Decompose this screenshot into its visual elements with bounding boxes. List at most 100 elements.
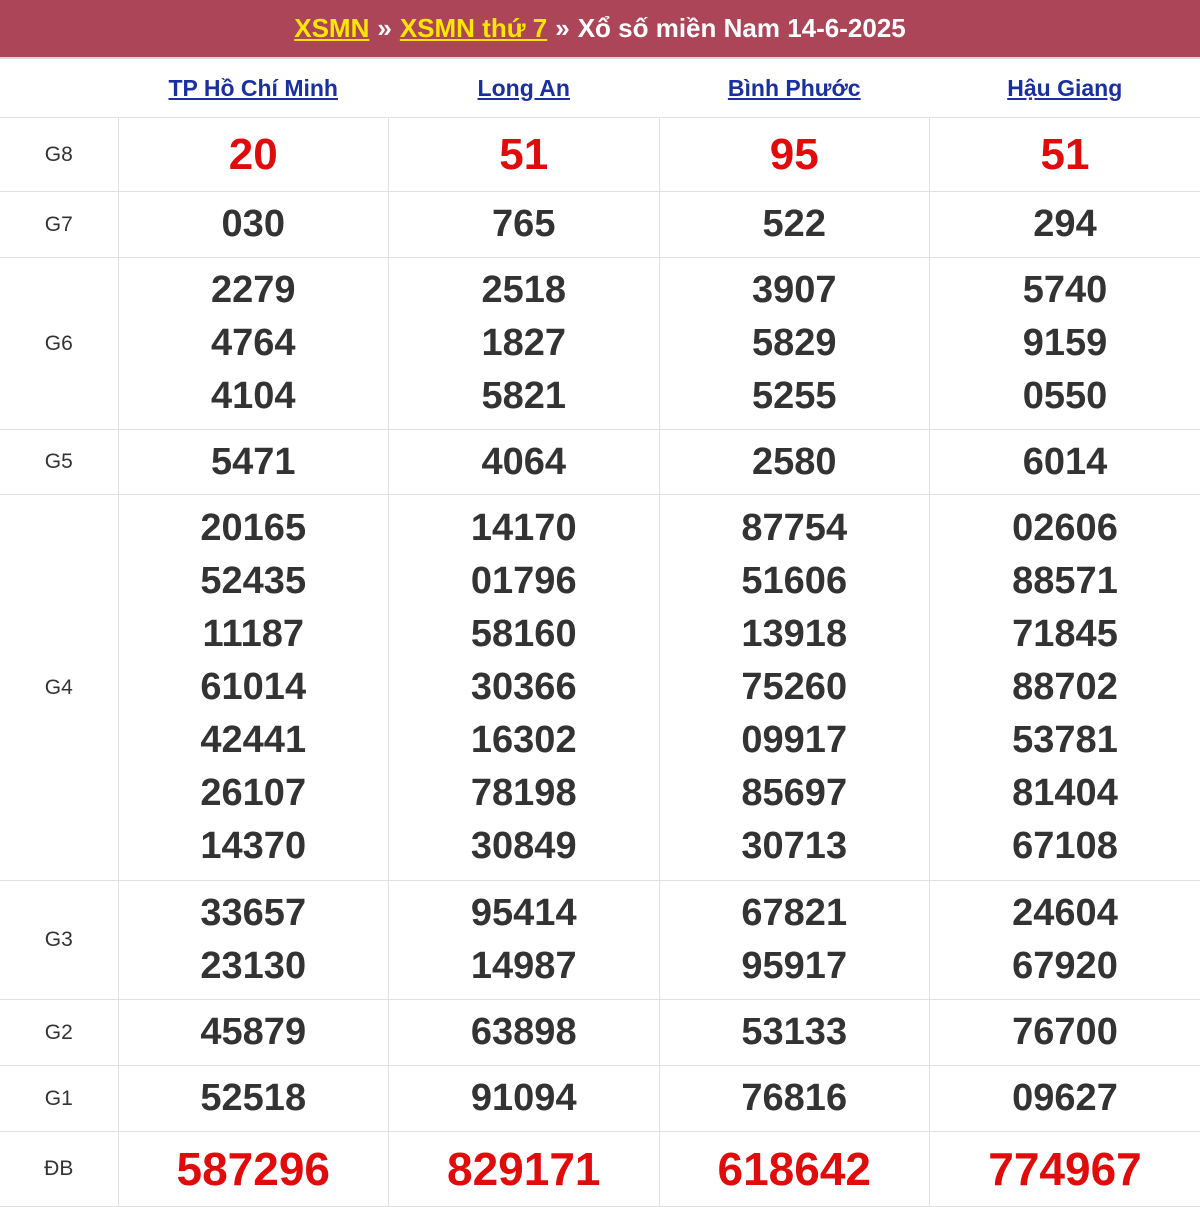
result-number: 0550 (930, 370, 1200, 423)
result-cell: 2580 (659, 430, 930, 495)
prize-label: G5 (0, 430, 118, 495)
breadcrumb-separator: » (555, 13, 569, 44)
page-header: XSMN » XSMN thứ 7 » Xổ số miền Nam 14-6-… (0, 0, 1200, 59)
prize-row: ĐB587296829171618642774967 (0, 1132, 1200, 1207)
result-number: 4104 (119, 370, 389, 423)
result-number: 522 (660, 198, 930, 251)
result-cell: 20165524351118761014424412610714370 (118, 495, 389, 881)
result-number: 829171 (389, 1143, 659, 1196)
result-number: 85697 (660, 767, 930, 820)
prize-row: G55471406425806014 (0, 430, 1200, 495)
result-cell: 251818275821 (389, 258, 660, 430)
result-number: 02606 (930, 502, 1200, 555)
result-number: 618642 (660, 1143, 930, 1196)
result-number: 91094 (389, 1072, 659, 1125)
result-cell: 774967 (930, 1132, 1200, 1207)
result-number: 587296 (119, 1143, 389, 1196)
result-number: 51 (930, 128, 1200, 181)
result-number: 45879 (119, 1006, 389, 1059)
result-cell: 51 (930, 118, 1200, 192)
result-number: 78198 (389, 767, 659, 820)
result-number: 58160 (389, 608, 659, 661)
result-cell: 95 (659, 118, 930, 192)
result-cell: 4064 (389, 430, 660, 495)
result-cell: 587296 (118, 1132, 389, 1207)
result-cell: 76816 (659, 1066, 930, 1132)
result-number: 09917 (660, 714, 930, 767)
result-number: 30366 (389, 661, 659, 714)
xsmn-saturday-link[interactable]: XSMN thứ 7 (400, 13, 547, 44)
result-number: 95917 (660, 940, 930, 993)
prize-row: G420165524351118761014424412610714370141… (0, 495, 1200, 881)
result-number: 6014 (930, 436, 1200, 489)
result-number: 53133 (660, 1006, 930, 1059)
province-link-hau-giang[interactable]: Hậu Giang (1007, 75, 1122, 101)
result-cell: 2460467920 (930, 881, 1200, 1000)
result-number: 51606 (660, 555, 930, 608)
result-number: 14370 (119, 820, 389, 873)
result-number: 2580 (660, 436, 930, 489)
result-cell: 294 (930, 192, 1200, 258)
result-number: 95 (660, 128, 930, 181)
result-number: 14987 (389, 940, 659, 993)
result-number: 71845 (930, 608, 1200, 661)
result-number: 5471 (119, 436, 389, 489)
corner-cell (0, 59, 118, 118)
result-cell: 14170017965816030366163027819830849 (389, 495, 660, 881)
prize-label: G4 (0, 495, 118, 881)
result-number: 20165 (119, 502, 389, 555)
result-number: 5255 (660, 370, 930, 423)
result-cell: 5471 (118, 430, 389, 495)
result-number: 14170 (389, 502, 659, 555)
result-number: 23130 (119, 940, 389, 993)
result-cell: 6782195917 (659, 881, 930, 1000)
xsmn-link[interactable]: XSMN (294, 13, 369, 44)
prize-row: G820519551 (0, 118, 1200, 192)
prize-label: G8 (0, 118, 118, 192)
result-cell: 574091590550 (930, 258, 1200, 430)
province-link-long-an[interactable]: Long An (478, 75, 570, 101)
result-number: 51 (389, 128, 659, 181)
result-number: 09627 (930, 1072, 1200, 1125)
result-number: 76700 (930, 1006, 1200, 1059)
result-number: 1827 (389, 317, 659, 370)
result-number: 030 (119, 198, 389, 251)
result-number: 5829 (660, 317, 930, 370)
results-table: TP Hồ Chí Minh Long An Bình Phước Hậu Gi… (0, 59, 1200, 1207)
result-cell: 45879 (118, 1000, 389, 1066)
result-cell: 6014 (930, 430, 1200, 495)
province-cell: Hậu Giang (930, 59, 1200, 118)
prize-label: G7 (0, 192, 118, 258)
result-number: 53781 (930, 714, 1200, 767)
result-number: 63898 (389, 1006, 659, 1059)
result-cell: 030 (118, 192, 389, 258)
province-cell: Long An (389, 59, 660, 118)
result-number: 81404 (930, 767, 1200, 820)
result-cell: 618642 (659, 1132, 930, 1207)
result-number: 26107 (119, 767, 389, 820)
result-number: 20 (119, 128, 389, 181)
page-title: Xổ số miền Nam 14-6-2025 (578, 13, 906, 44)
result-number: 2518 (389, 264, 659, 317)
result-cell: 765 (389, 192, 660, 258)
prize-row: G152518910947681609627 (0, 1066, 1200, 1132)
prize-row: G245879638985313376700 (0, 1000, 1200, 1066)
result-number: 67108 (930, 820, 1200, 873)
result-number: 24604 (930, 887, 1200, 940)
result-number: 88702 (930, 661, 1200, 714)
prize-label: G1 (0, 1066, 118, 1132)
result-cell: 829171 (389, 1132, 660, 1207)
province-link-hcm[interactable]: TP Hồ Chí Minh (168, 75, 338, 101)
result-number: 4764 (119, 317, 389, 370)
result-cell: 53133 (659, 1000, 930, 1066)
result-cell: 76700 (930, 1000, 1200, 1066)
result-number: 5740 (930, 264, 1200, 317)
result-number: 52435 (119, 555, 389, 608)
province-link-binh-phuoc[interactable]: Bình Phước (728, 75, 861, 101)
result-number: 95414 (389, 887, 659, 940)
result-cell: 20 (118, 118, 389, 192)
result-number: 16302 (389, 714, 659, 767)
result-number: 88571 (930, 555, 1200, 608)
result-number: 67821 (660, 887, 930, 940)
result-number: 3907 (660, 264, 930, 317)
